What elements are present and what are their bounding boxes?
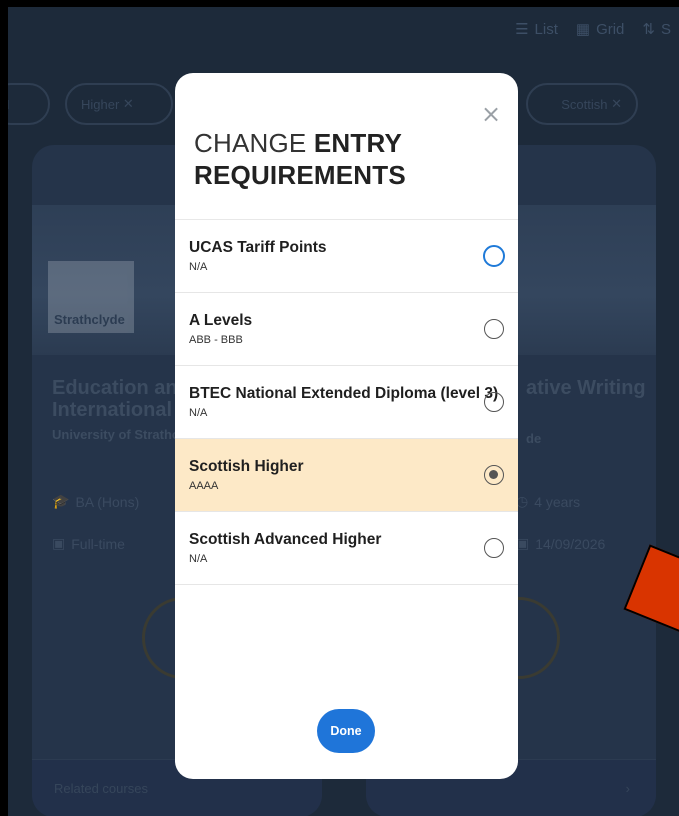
university-name: University of Strathc <box>52 427 180 442</box>
filter-chip-label: Scottish <box>561 96 608 112</box>
option-label: A Levels <box>189 312 253 329</box>
option-scottish-higher[interactable]: Scottish Higher AAAA <box>175 439 518 512</box>
option-ucas-tariff-points[interactable]: UCAS Tariff Points N/A <box>175 220 518 293</box>
option-value: N/A <box>189 261 208 273</box>
radio-button[interactable] <box>484 319 504 339</box>
sort-icon: ⇅ <box>642 21 655 38</box>
course-title[interactable]: ative Writing <box>526 377 656 399</box>
radio-button[interactable] <box>483 245 505 267</box>
duration-row: ◷ 4 years <box>516 493 581 510</box>
option-label: BTEC National Extended Diploma (level 3) <box>189 385 499 402</box>
filter-chip[interactable]: Higher ✕ <box>65 83 173 125</box>
filter-chip-label: I <box>8 97 10 112</box>
title-light: CHANGE <box>194 128 307 158</box>
option-value: N/A <box>189 407 208 419</box>
grid-view-toggle[interactable]: ▦ Grid <box>575 20 625 39</box>
chevron-right-icon: › <box>625 781 630 796</box>
title-bold: ENTRY <box>313 128 403 158</box>
filter-chip[interactable]: I <box>8 83 50 125</box>
option-label: UCAS Tariff Points <box>189 239 327 256</box>
sort-label: S <box>660 20 671 38</box>
option-label: Scottish Advanced Higher <box>189 531 382 548</box>
qualification-row: 🎓 BA (Hons) <box>52 493 140 510</box>
qualification-icon: 🎓 <box>52 493 70 509</box>
study-mode-row: ▣ Full-time <box>52 535 125 552</box>
remove-chip-icon[interactable]: ✕ <box>119 96 134 112</box>
modal-title: CHANGE ENTRY REQUIREMENTS <box>194 127 494 191</box>
option-value: AAAA <box>189 480 219 492</box>
option-btec-national-extended-diploma[interactable]: BTEC National Extended Diploma (level 3)… <box>175 366 518 439</box>
remove-chip-icon[interactable]: ✕ <box>607 96 622 112</box>
university-name: de <box>526 431 542 446</box>
university-logo: Strathclyde <box>48 261 134 333</box>
start-date-row: ▣ 14/09/2026 <box>516 535 606 552</box>
list-icon: ☰ <box>515 21 529 38</box>
radio-button[interactable] <box>484 538 504 558</box>
option-scottish-advanced-higher[interactable]: Scottish Advanced Higher N/A <box>175 512 518 585</box>
option-label: Scottish Higher <box>189 458 304 475</box>
option-value: ABB - BBB <box>189 334 243 346</box>
calendar-icon: ▣ <box>52 535 66 551</box>
top-toolbar: ☰ List ▦ Grid ⇅ S <box>8 7 679 51</box>
list-view-toggle[interactable]: ☰ List <box>515 20 558 39</box>
title-bold: REQUIREMENTS <box>194 160 406 190</box>
filter-chip[interactable]: Scottish ✕ <box>526 83 638 125</box>
radio-button-checked[interactable] <box>484 465 504 485</box>
radio-button[interactable] <box>484 392 504 412</box>
filter-chip-label: Higher <box>81 96 120 112</box>
done-button[interactable]: Done <box>317 709 375 753</box>
sort-toggle[interactable]: ⇅ S <box>642 20 671 39</box>
list-view-label: List <box>534 20 558 38</box>
option-a-levels[interactable]: A Levels ABB - BBB <box>175 293 518 366</box>
requirements-list: UCAS Tariff Points N/A A Levels ABB - BB… <box>175 219 518 585</box>
option-value: N/A <box>189 553 208 565</box>
close-icon[interactable]: × <box>480 102 502 126</box>
change-entry-requirements-modal: × CHANGE ENTRY REQUIREMENTS UCAS Tariff … <box>175 73 518 779</box>
grid-view-label: Grid <box>596 20 625 38</box>
grid-icon: ▦ <box>575 21 591 38</box>
